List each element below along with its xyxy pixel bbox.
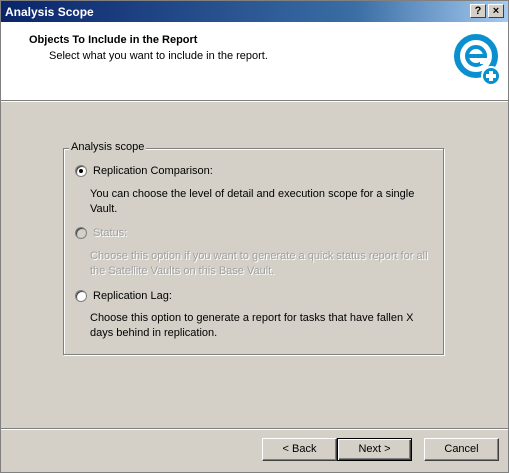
window-title: Analysis Scope (5, 5, 94, 19)
replication-comparison-radio[interactable] (75, 165, 87, 177)
replication-lag-label[interactable]: Replication Lag: (93, 290, 172, 302)
replication-comparison-description: You can choose the level of detail and e… (90, 188, 415, 215)
back-button[interactable]: < Back (262, 438, 337, 461)
title-bar[interactable]: Analysis Scope ? × (1, 1, 508, 22)
header-subtitle: Select what you want to include in the r… (49, 50, 268, 62)
header-title: Objects To Include in the Report (29, 34, 198, 46)
analysis-scope-dialog: Analysis Scope ? × Objects To Include in… (0, 0, 509, 473)
footer-divider (1, 428, 508, 430)
app-logo-icon (454, 34, 501, 86)
wizard-header: Objects To Include in the Report Select … (1, 22, 508, 101)
header-divider (1, 101, 508, 102)
status-label: Status: (93, 227, 128, 239)
status-radio (75, 227, 87, 239)
radio-selected-dot (79, 169, 83, 173)
replication-lag-radio[interactable] (75, 290, 87, 302)
help-button[interactable]: ? (470, 4, 486, 18)
group-label: Analysis scope (69, 141, 147, 153)
next-button[interactable]: Next > (337, 438, 412, 461)
close-button[interactable]: × (488, 4, 504, 18)
cancel-button[interactable]: Cancel (424, 438, 499, 461)
status-description: Choose this option if you want to genera… (90, 250, 428, 277)
replication-lag-description: Choose this option to generate a report … (90, 312, 414, 339)
replication-comparison-label[interactable]: Replication Comparison: (93, 165, 213, 177)
